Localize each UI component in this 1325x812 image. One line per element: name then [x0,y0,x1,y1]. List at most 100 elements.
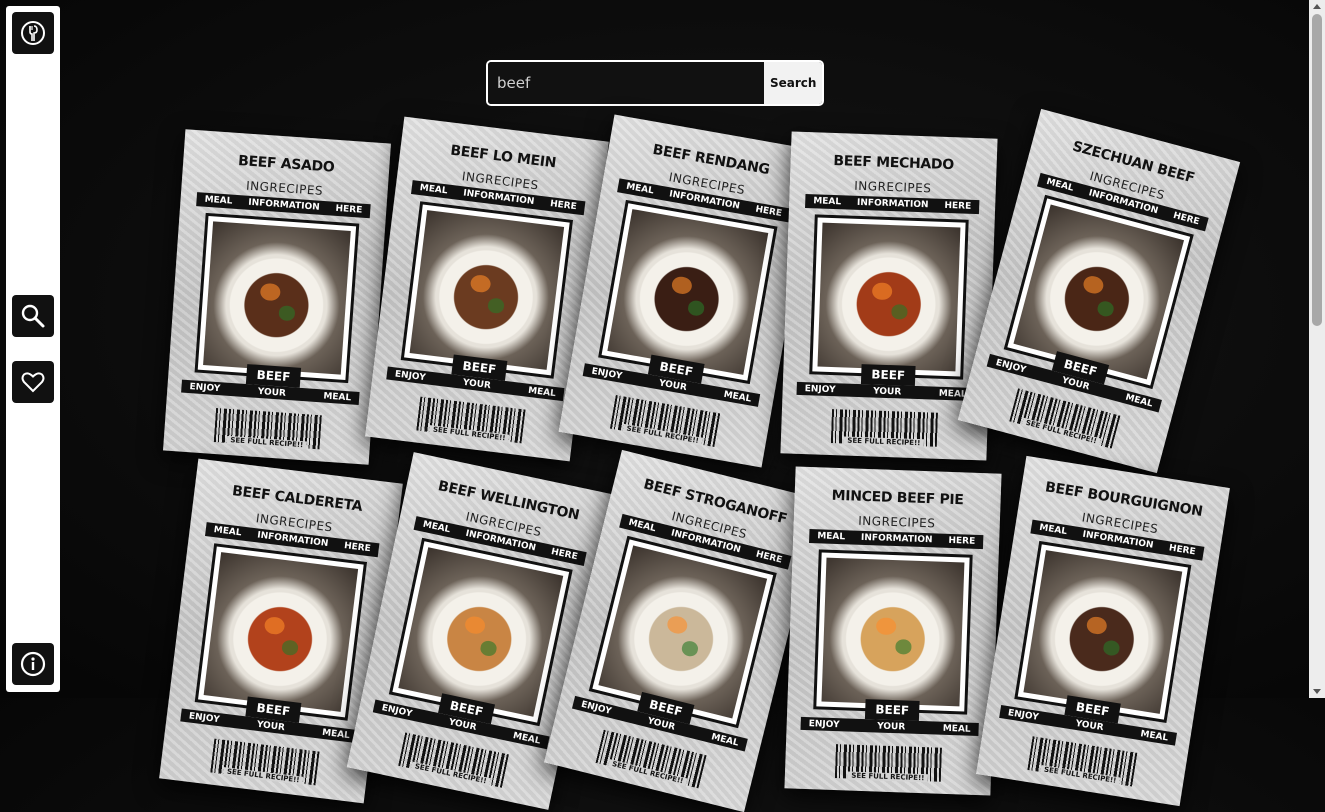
bottom-right-label: MEAL [321,727,351,741]
bottom-right-label: MEAL [527,385,557,399]
category-tag: BEEF [864,699,920,721]
favorites-nav-button[interactable] [12,361,54,403]
bar-mid-label: INFORMATION [856,197,929,211]
home-logo-button[interactable] [12,12,54,54]
bottom-right-label: MEAL [1124,392,1154,410]
card-info-bar: MEAL INFORMATION HERE [809,529,984,550]
search-input[interactable] [488,62,764,104]
recipe-photo [1013,204,1185,380]
bar-mid-label: INFORMATION [860,532,933,546]
card-info-bar: MEAL INFORMATION HERE [805,194,980,215]
bottom-left-label: ENJOY [808,718,840,730]
bottom-left-label: ENJOY [1007,707,1040,723]
bar-left-label: MEAL [204,194,233,207]
recipe-photo [203,552,359,712]
bar-left-label: MEAL [817,531,846,543]
bar-left-label: MEAL [213,525,243,539]
bar-right-label: HERE [754,204,783,220]
recipe-photo [607,209,769,375]
bar-left-label: MEAL [627,517,657,535]
bar-right-label: HERE [1168,543,1197,558]
sidebar [6,6,60,692]
category-tag: BEEF [860,364,916,386]
recipe-card[interactable]: MINCED BEEF PIE INGRECIPES MEAL INFORMAT… [784,466,1002,796]
recipe-photo-frame [1014,540,1192,724]
bottom-left-label: ENJOY [590,366,623,382]
info-icon [20,651,46,677]
bottom-right-label: MEAL [323,390,352,403]
bottom-mid-label: YOUR [876,721,906,732]
bar-mid-label: INFORMATION [256,530,329,550]
bar-right-label: HERE [550,546,579,563]
bottom-mid-label: YOUR [257,386,287,399]
bottom-right-label: MEAL [942,723,971,735]
recipe-photo-frame [1003,194,1194,390]
recipe-photo-frame [400,201,574,379]
info-nav-button[interactable] [12,643,54,685]
recipe-photo-frame [194,212,360,384]
bar-right-label: HERE [944,200,972,212]
bar-mid-label: INFORMATION [247,197,320,213]
bottom-left-label: ENJOY [580,699,613,717]
bottom-right-label: MEAL [1139,728,1169,743]
bottom-mid-label: YOUR [462,377,492,391]
recipe-photo [821,557,965,707]
bar-left-label: MEAL [1038,522,1068,538]
card-footer-bar: ENJOY YOUR MEAL [796,381,975,402]
recipe-photo-frame [598,199,778,385]
scroll-up-icon[interactable] [1313,4,1321,9]
recipe-title: MINCED BEEF PIE [831,487,964,509]
search-bar: Search [486,60,824,106]
recipe-title: BEEF ASADO [237,152,335,176]
recipe-card[interactable]: SZECHUAN BEEF INGRECIPES MEAL INFORMATIO… [957,108,1241,474]
recipe-photo-frame [588,535,777,729]
recipe-title: BEEF MECHADO [833,152,955,174]
recipe-photo [203,221,351,375]
recipe-photo [398,547,564,717]
bottom-left-label: ENJOY [994,357,1028,376]
bottom-right-label: MEAL [710,731,740,749]
search-nav-button[interactable] [12,295,54,337]
bar-left-label: MEAL [421,519,452,536]
heart-icon [21,372,45,393]
scrollbar-thumb[interactable] [1312,14,1322,326]
recipe-photo-frame [813,549,973,715]
bar-left-label: MEAL [1045,176,1075,194]
recipe-photo [1023,550,1183,714]
bar-left-label: MEAL [419,183,449,197]
bar-mid-label: INFORMATION [462,188,535,208]
search-button[interactable]: Search [764,62,822,104]
see-full-recipe-text: SEE FULL RECIPE!! [848,771,928,783]
bottom-mid-label: YOUR [658,377,688,393]
bar-right-label: HERE [343,541,372,555]
recipe-photo-frame [194,543,368,721]
search-icon [21,304,45,328]
bottom-left-label: ENJOY [189,381,221,394]
bottom-right-label: MEAL [512,730,542,747]
bar-right-label: HERE [335,203,363,216]
recipe-card[interactable]: BEEF ASADO INGRECIPES MEAL INFORMATION H… [163,129,391,465]
bottom-right-label: MEAL [722,389,753,405]
bottom-left-label: ENJOY [394,368,427,383]
bottom-mid-label: YOUR [256,719,286,733]
recipe-photo-frame [809,214,969,380]
bar-left-label: MEAL [625,181,655,197]
bottom-mid-label: YOUR [872,386,902,397]
bar-right-label: HERE [549,199,578,213]
recipe-photo [817,222,961,372]
recipe-card[interactable]: BEEF BOURGUIGNON INGRECIPES MEAL INFORMA… [976,455,1230,807]
see-full-recipe-text: SEE FULL RECIPE!! [844,436,924,448]
fork-spoon-logo-icon [21,21,45,45]
bar-right-label: HERE [948,535,976,547]
bar-right-label: HERE [1171,210,1201,228]
recipe-photo [409,210,565,370]
recipe-photo [598,545,768,719]
bottom-mid-label: YOUR [1074,718,1105,733]
scroll-down-icon[interactable] [1313,689,1321,694]
bottom-left-label: ENJOY [804,383,836,395]
page-scrollbar[interactable] [1309,0,1325,698]
bottom-left-label: ENJOY [380,702,414,719]
bottom-left-label: ENJOY [188,710,221,725]
bar-right-label: HERE [754,549,784,566]
card-footer-bar: ENJOY YOUR MEAL [800,716,979,737]
